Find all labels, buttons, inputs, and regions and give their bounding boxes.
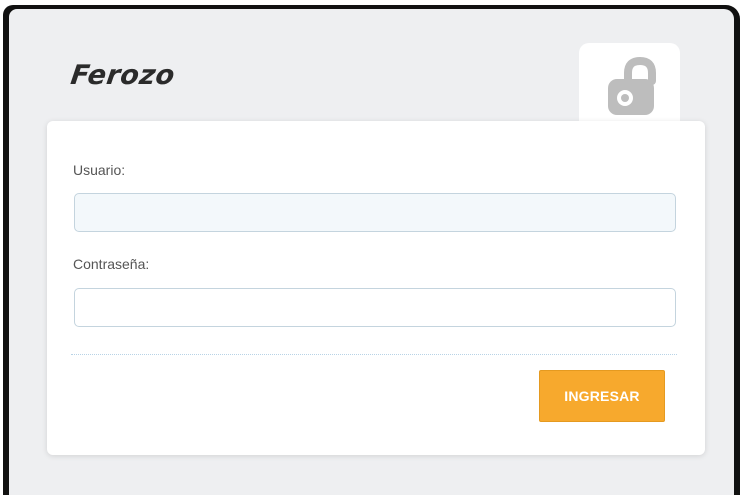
brand-logo: Ferozo (68, 60, 177, 91)
lock-tab (579, 43, 680, 129)
divider (71, 354, 677, 355)
window-frame: Ferozo Usuario: Contraseña: INGRESAR (3, 5, 740, 495)
login-panel: Ferozo Usuario: Contraseña: INGRESAR (9, 9, 734, 495)
login-button[interactable]: INGRESAR (539, 370, 665, 422)
password-label: Contraseña: (73, 256, 150, 272)
login-card: Usuario: Contraseña: INGRESAR (47, 121, 705, 455)
username-input[interactable] (74, 193, 676, 232)
username-label: Usuario: (73, 162, 126, 178)
password-input[interactable] (74, 288, 676, 327)
